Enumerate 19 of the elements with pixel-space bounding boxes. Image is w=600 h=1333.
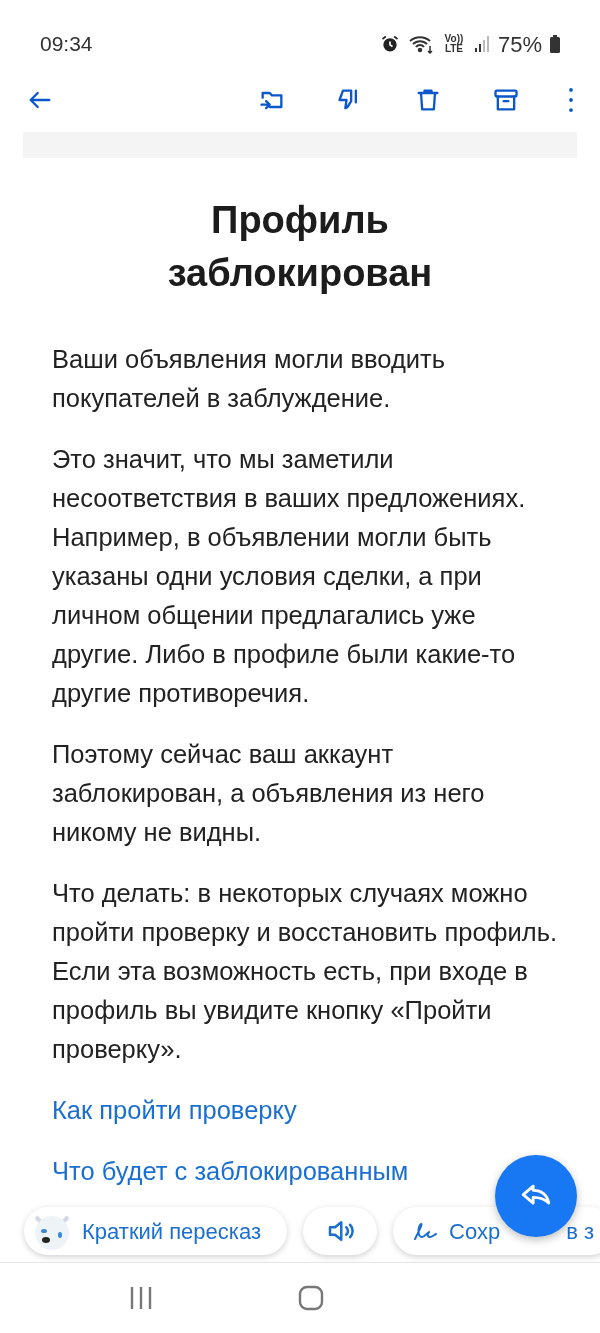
more-icon [568,87,574,113]
wifi-icon [407,34,434,54]
message-paragraph: Поэтому сейчас ваш аккаунт заблокирован, а объявления из него никому не видны. [52,739,486,849]
signal-icon [473,35,490,53]
help-link[interactable]: Что будет с заблокированным [52,1152,450,1192]
status-time: 09:34 [40,31,93,58]
message-paragraph: Ваши объявления могли вводить покупателей в заблуждение. [52,344,447,415]
help-link[interactable]: Как пройти проверку [52,1091,450,1131]
recent-apps-icon [128,1286,154,1311]
network-label: Vo)) LTE [443,34,465,54]
message-paragraph: Это значит, что мы заметили несоответствия в ваших предложениях. Например, в объявлении могли быть указаны одни условия сделки, а при личном общении предлагались уже другие. Либо в профиле были какие-то другие противоречия. [52,444,527,710]
message-title: Профиль заблокирован [166,198,434,297]
home-icon [298,1285,324,1311]
speak-button[interactable] [303,1207,377,1255]
alarm-icon [379,34,400,54]
battery-level: 75% [497,30,542,59]
message-paragraph: Что делать: в некоторых случаях можно пройти проверку и восстановить профиль. Если эта возможность есть, при входе в профиль вы увидите кнопку «Пройти проверку». [52,878,559,1066]
summary-button[interactable]: Краткий пересказ [24,1207,287,1255]
battery-icon [550,35,560,53]
